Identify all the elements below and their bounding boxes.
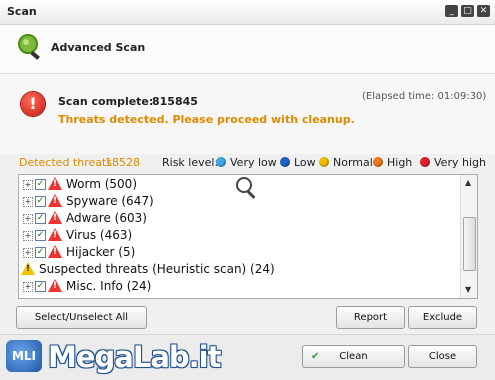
maximize-button[interactable]: □ [461, 5, 474, 17]
scan-complete-label: Scan complete: [58, 95, 154, 108]
risk-high: High [373, 156, 412, 169]
suspected-warning-icon: ! [21, 262, 35, 275]
clean-button[interactable]: ✔ Clean [302, 345, 405, 368]
expand-icon[interactable]: + [23, 214, 33, 224]
checkbox[interactable]: ✓ [35, 179, 46, 190]
expand-icon[interactable]: + [23, 197, 33, 207]
normal-dot-icon [319, 157, 329, 167]
scroll-thumb[interactable] [463, 217, 476, 271]
expand-icon[interactable]: + [23, 180, 33, 190]
warning-icon: ! [48, 279, 62, 292]
risk-normal: Normal [319, 156, 373, 169]
risk-very-high: Very high [420, 156, 486, 169]
list-item-label: Suspected threats (Heuristic scan) (24) [39, 262, 275, 276]
risk-level-label: Risk level: [162, 156, 219, 169]
clean-label: Clean [339, 351, 368, 362]
report-button[interactable]: Report [336, 306, 405, 329]
detected-threats-label: Detected threats: [19, 156, 116, 169]
scan-magnifier-icon [18, 34, 40, 60]
warning-icon: ! [48, 228, 62, 241]
list-item-label: Misc. Info (24) [66, 279, 152, 293]
header: Advanced Scan [0, 25, 495, 74]
elapsed-time: (Elapsed time: 01:09:30) [362, 91, 487, 102]
list-item-label: Virus (463) [66, 228, 133, 242]
warning-icon: ! [48, 211, 62, 224]
risk-very-low: Very low [216, 156, 277, 169]
warning-icon: ! [48, 194, 62, 207]
check-icon: ✔ [311, 351, 320, 362]
checkbox[interactable]: ✓ [35, 230, 46, 241]
low-dot-icon [280, 157, 290, 167]
exclude-button[interactable]: Exclude [408, 306, 477, 329]
select-unselect-all-button[interactable]: Select/Unselect All [16, 306, 147, 329]
threat-message: Threats detected. Please proceed with cl… [58, 113, 355, 126]
megalab-badge-icon: MLI [6, 340, 42, 372]
checkbox[interactable]: ✓ [35, 281, 46, 292]
vertical-scrollbar[interactable]: ▲ ▼ [460, 175, 477, 298]
expand-icon[interactable]: + [23, 248, 33, 258]
scroll-down-icon[interactable]: ▼ [465, 285, 471, 294]
checkbox[interactable]: ✓ [35, 247, 46, 258]
alert-icon: ! [21, 92, 45, 116]
detected-threats-count: 18528 [105, 156, 140, 169]
scroll-up-icon[interactable]: ▲ [465, 178, 471, 187]
checkbox[interactable]: ✓ [35, 196, 46, 207]
list-item-label: Hijacker (5) [66, 245, 136, 259]
very-high-dot-icon [420, 157, 430, 167]
warning-icon: ! [48, 177, 62, 190]
title-bar: Scan _ □ ✕ [0, 0, 495, 25]
close-button[interactable]: Close [408, 345, 477, 368]
expand-icon[interactable]: + [23, 231, 33, 241]
megalab-watermark: MegaLab.it [48, 340, 221, 374]
list-item-label: Worm (500) [66, 177, 137, 191]
list-item-label: Spyware (647) [66, 194, 154, 208]
checkbox[interactable]: ✓ [35, 213, 46, 224]
risk-low: Low [280, 156, 316, 169]
very-low-dot-icon [216, 157, 226, 167]
list-item-label: Adware (603) [66, 211, 147, 225]
scan-complete-count: 815845 [152, 95, 198, 108]
header-title: Advanced Scan [51, 41, 146, 54]
expand-icon[interactable]: + [23, 282, 33, 292]
minimize-button[interactable]: _ [445, 5, 458, 17]
high-dot-icon [373, 157, 383, 167]
close-window-button[interactable]: ✕ [477, 5, 490, 17]
warning-icon: ! [48, 245, 62, 258]
window-title: Scan [7, 5, 37, 18]
